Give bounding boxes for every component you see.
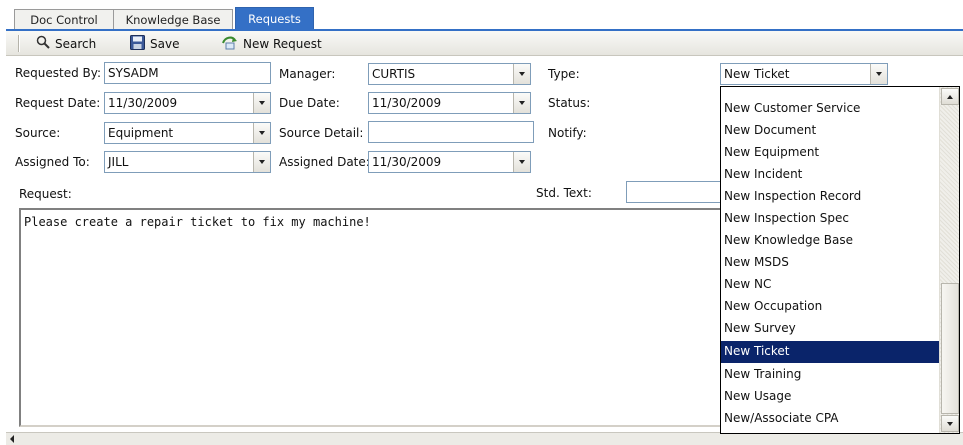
- request-textarea[interactable]: Please create a repair ticket to fix my …: [19, 208, 759, 427]
- type-dropdown-list[interactable]: New Customer Service New Document New Eq…: [720, 86, 960, 434]
- chevron-down-icon: [259, 101, 265, 105]
- dropdown-item-new-inspection-spec[interactable]: New Inspection Spec: [721, 208, 939, 230]
- toolbar-grip: [18, 35, 20, 52]
- save-label: Save: [150, 36, 180, 51]
- new-request-label: New Request: [243, 36, 322, 51]
- dropdown-item-new-training[interactable]: New Training: [721, 364, 939, 386]
- due-date-value: 11/30/2009: [372, 96, 442, 110]
- scroll-down-button[interactable]: [941, 415, 959, 432]
- tab-knowledge-base[interactable]: Knowledge Base: [113, 9, 233, 30]
- assigned-date-label: Assigned Date:: [279, 155, 370, 169]
- tab-bar: Doc Control Knowledge Base Requests: [0, 0, 963, 31]
- dropdown-item-new-associate-cpa[interactable]: New/Associate CPA: [721, 408, 939, 430]
- type-value: New Ticket: [724, 67, 790, 81]
- save-button[interactable]: Save: [130, 34, 179, 53]
- new-request-button[interactable]: New Request: [222, 34, 322, 53]
- source-detail-label: Source Detail:: [279, 126, 364, 140]
- type-label: Type:: [548, 67, 580, 81]
- assigned-date-value: 11/30/2009: [372, 155, 442, 169]
- assigned-to-dropdown-button[interactable]: [253, 152, 270, 172]
- assigned-date-dropdown-button[interactable]: [513, 152, 530, 172]
- new-request-icon: [222, 35, 243, 53]
- requested-by-label: Requested By:: [15, 66, 102, 80]
- chevron-down-icon: [519, 72, 525, 76]
- scroll-thumb[interactable]: [941, 283, 959, 414]
- dropdown-item-new-knowledge-base[interactable]: New Knowledge Base: [721, 230, 939, 252]
- requested-by-field[interactable]: SYSADM: [104, 62, 271, 84]
- chevron-down-icon: [519, 101, 525, 105]
- save-icon: [130, 34, 150, 53]
- manager-combo[interactable]: CURTIS: [368, 63, 531, 85]
- request-label: Request:: [19, 187, 72, 201]
- tab-requests[interactable]: Requests: [235, 7, 314, 30]
- due-date-dropdown-button[interactable]: [513, 93, 530, 113]
- scroll-up-button[interactable]: [941, 88, 959, 105]
- dropdown-item-new-document[interactable]: New Document: [721, 120, 939, 142]
- manager-value: CURTIS: [372, 67, 416, 81]
- manager-label: Manager:: [279, 67, 336, 81]
- std-text-combo[interactable]: [626, 181, 722, 203]
- scroll-left-icon[interactable]: [10, 435, 14, 443]
- type-dropdown-button[interactable]: [870, 64, 887, 84]
- request-date-label: Request Date:: [15, 96, 101, 110]
- request-date-combo[interactable]: 11/30/2009: [104, 92, 271, 114]
- source-combo[interactable]: Equipment: [104, 122, 271, 144]
- chevron-down-icon: [947, 421, 953, 426]
- dropdown-item-new-equipment[interactable]: New Equipment: [721, 142, 939, 164]
- dropdown-item-new-survey[interactable]: New Survey: [721, 318, 939, 340]
- due-date-label: Due Date:: [279, 96, 340, 110]
- dropdown-item-new-nc[interactable]: New NC: [721, 274, 939, 296]
- request-date-value: 11/30/2009: [108, 96, 178, 110]
- manager-dropdown-button[interactable]: [513, 64, 530, 84]
- search-label: Search: [55, 36, 97, 51]
- dropdown-item-new-occupation[interactable]: New Occupation: [721, 296, 939, 318]
- chevron-down-icon: [259, 160, 265, 164]
- tab-doc-control[interactable]: Doc Control: [14, 9, 114, 30]
- toolbar: Search Save New Request: [6, 31, 963, 56]
- chevron-down-icon: [519, 160, 525, 164]
- assigned-to-combo[interactable]: JILL: [104, 151, 271, 173]
- dropdown-item-new-customer-service[interactable]: New Customer Service: [721, 98, 939, 120]
- request-date-dropdown-button[interactable]: [253, 93, 270, 113]
- chevron-up-icon: [947, 94, 953, 99]
- dropdown-item-new-incident[interactable]: New Incident: [721, 164, 939, 186]
- assigned-date-combo[interactable]: 11/30/2009: [368, 151, 531, 173]
- std-text-label: Std. Text:: [536, 186, 592, 200]
- chevron-down-icon: [259, 131, 265, 135]
- source-detail-field[interactable]: [368, 121, 534, 143]
- dropdown-item-new-inspection-record[interactable]: New Inspection Record: [721, 186, 939, 208]
- due-date-combo[interactable]: 11/30/2009: [368, 92, 531, 114]
- dropdown-scrollbar[interactable]: [939, 87, 959, 433]
- dropdown-item-new-usage[interactable]: New Usage: [721, 386, 939, 408]
- type-combo[interactable]: New Ticket: [720, 63, 888, 85]
- assigned-to-label: Assigned To:: [15, 155, 90, 169]
- status-label: Status:: [548, 96, 591, 110]
- dropdown-item-new-msds[interactable]: New MSDS: [721, 252, 939, 274]
- source-value: Equipment: [108, 126, 174, 140]
- chevron-down-icon: [876, 72, 882, 76]
- source-dropdown-button[interactable]: [253, 123, 270, 143]
- dropdown-item-new-ticket[interactable]: New Ticket: [721, 341, 939, 363]
- assigned-to-value: JILL: [108, 155, 129, 169]
- search-button[interactable]: Search: [36, 34, 96, 53]
- search-icon: [36, 35, 55, 52]
- source-label: Source:: [15, 126, 61, 140]
- notify-label: Notify:: [548, 126, 587, 140]
